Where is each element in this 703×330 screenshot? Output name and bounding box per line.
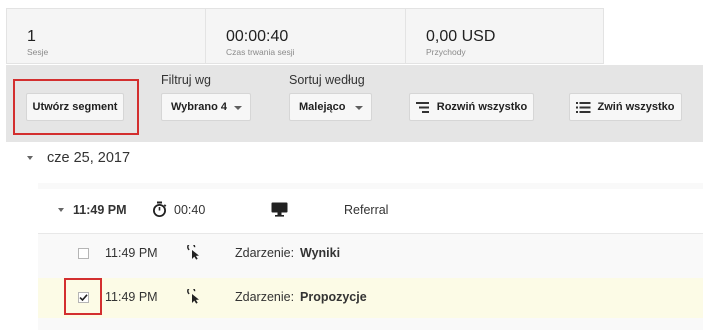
filter-label: Filtruj wg — [161, 73, 212, 87]
highlight-box-segment — [13, 79, 139, 135]
caret-down-icon — [27, 156, 33, 160]
expand-all-button[interactable]: Rozwiń wszystko — [409, 93, 534, 121]
event-checkbox[interactable] — [78, 248, 89, 259]
sort-dropdown[interactable]: Malejąco — [289, 93, 372, 121]
pointer-click-icon — [187, 289, 199, 304]
session-row[interactable]: 11:49 PM 00:40 Referral — [38, 189, 703, 234]
stat-label: Przychody — [426, 47, 466, 57]
chevron-down-icon — [234, 106, 242, 110]
stat-revenue: 0,00 USD Przychody — [406, 8, 604, 64]
stopwatch-icon — [153, 201, 167, 217]
event-name: Propozycje — [300, 290, 367, 304]
event-prefix: Zdarzenie: — [235, 246, 295, 260]
event-prefix: Zdarzenie: — [235, 290, 295, 304]
collapse-all-label: Zwiń wszystko — [597, 101, 675, 113]
event-row-selected[interactable]: 11:49 PM Zdarzenie: Propozycje — [38, 278, 703, 318]
session-duration: 00:40 — [174, 203, 206, 217]
stat-session-duration: 00:00:40 Czas trwania sesji — [206, 8, 406, 64]
sort-label: Sortuj według — [289, 73, 365, 87]
expand-all-label: Rozwiń wszystko — [436, 101, 528, 113]
pointer-click-icon — [187, 245, 199, 260]
filter-dropdown[interactable]: Wybrano 4 — [161, 93, 251, 121]
session-time: 11:49 PM — [73, 203, 127, 217]
stat-value: 0,00 USD — [426, 28, 496, 45]
caret-down-icon — [58, 208, 64, 212]
event-time: 11:49 PM — [105, 290, 158, 304]
collapse-all-button[interactable]: Zwiń wszystko — [569, 93, 682, 121]
event-time: 11:49 PM — [105, 246, 158, 260]
event-row[interactable]: 11:49 PM Zdarzenie: Wyniki — [38, 234, 703, 274]
chevron-down-icon — [355, 106, 363, 110]
highlight-box-checkbox — [64, 278, 102, 315]
date-group-label: cze 25, 2017 — [47, 150, 131, 166]
stat-value: 1 — [27, 28, 36, 45]
list-icon — [576, 101, 591, 113]
stat-sessions: 1 Sesje — [6, 8, 206, 64]
date-group-toggle[interactable]: cze 25, 2017 — [27, 150, 130, 166]
stat-label: Czas trwania sesji — [226, 47, 295, 57]
sort-value: Malejąco — [299, 101, 346, 113]
stat-label: Sesje — [27, 47, 49, 57]
stat-value: 00:00:40 — [226, 28, 289, 45]
stats-strip: 1 Sesje 00:00:40 Czas trwania sesji 0,00… — [6, 8, 604, 64]
desktop-icon — [271, 202, 288, 217]
event-name: Wyniki — [300, 246, 341, 260]
filter-value: Wybrano 4 — [171, 101, 228, 113]
expand-list-icon — [415, 101, 429, 113]
session-source: Referral — [344, 203, 389, 217]
